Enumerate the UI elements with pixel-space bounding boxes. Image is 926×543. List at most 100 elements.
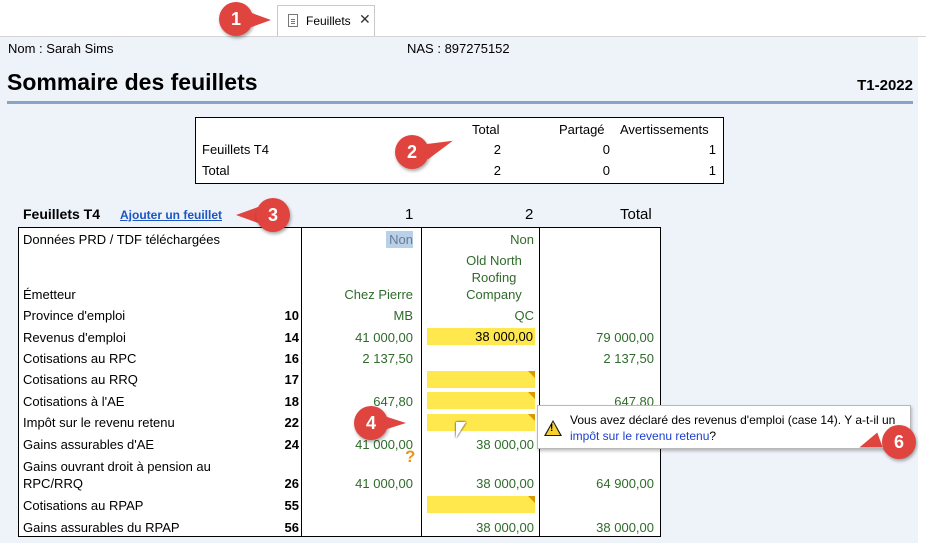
cell-c1[interactable]: Non [389, 231, 413, 248]
box-code: 16 [284, 351, 299, 366]
callout-pointer [236, 207, 258, 223]
callout-badge: 1 [219, 2, 253, 36]
taxpayer-nas: NAS : 897275152 [407, 41, 510, 56]
callout-badge: 2 [395, 135, 429, 169]
summary-cell: 0 [602, 163, 610, 178]
page-title: Sommaire des feuillets [7, 69, 258, 95]
warning-corner-icon [528, 414, 535, 421]
callout-badge: 3 [256, 198, 290, 232]
t4-section-title: Feuillets T4 [23, 206, 101, 222]
page: Nom : Sarah Sims NAS : 897275152 Sommair… [0, 37, 918, 543]
row-label: Cotisations au RPC [23, 351, 137, 366]
cell-c1[interactable]: 2 137,50 [362, 350, 413, 367]
cell-total: 79 000,00 [596, 330, 654, 345]
summary-header-warnings: Avertissements [620, 122, 709, 137]
cell-c2[interactable]: Non [510, 231, 534, 248]
box-code: 18 [284, 394, 299, 409]
cell-c2[interactable]: Old North Roofing Company [454, 252, 534, 303]
taxpayer-name: Nom : Sarah Sims [8, 41, 114, 56]
box-code: 24 [284, 437, 299, 452]
cell-c1[interactable]: Chez Pierre [344, 286, 413, 303]
add-slip-link[interactable]: Ajouter un feuillet [120, 208, 222, 222]
row-label: Cotisations au RRQ [23, 372, 138, 387]
cell-c2[interactable]: 38 000,00 [476, 475, 534, 492]
cell-c2-highlighted[interactable] [427, 496, 535, 513]
row-label: Cotisations à l'AE [23, 394, 125, 409]
question-mark-icon[interactable]: ? [405, 447, 415, 467]
callout-1: 1 [219, 2, 285, 38]
box-code: 56 [284, 520, 299, 535]
column-header-1: 1 [405, 206, 414, 223]
cell-c1[interactable]: 41 000,00 [355, 329, 413, 346]
cell-c2-highlighted[interactable]: 38 000,00 [427, 328, 535, 345]
box-code: 17 [284, 372, 299, 387]
column-divider [301, 228, 302, 536]
row-label-prd: Données PRD / TDF téléchargées [23, 232, 221, 247]
column-divider [421, 228, 422, 536]
cell-c2[interactable]: 38 000,00 [476, 519, 534, 536]
callout-2: 2 [395, 133, 461, 171]
cell-c1[interactable]: MB [394, 307, 414, 324]
tooltip-message: Vous avez déclaré des revenus d'emploi (… [570, 412, 905, 444]
summary-cell: 0 [602, 142, 610, 157]
warning-corner-icon [528, 371, 535, 378]
box-code: 10 [284, 308, 299, 323]
title-rule [7, 101, 913, 104]
summary-cell: 1 [708, 142, 716, 157]
warning-tooltip: ! Vous avez déclaré des revenus d'emploi… [537, 405, 911, 449]
tab-feuillets[interactable]: Feuillets ✕ [277, 5, 375, 36]
callout-badge: 6 [882, 425, 916, 459]
cell-c2: 38 000,00 [475, 329, 533, 344]
close-icon[interactable]: ✕ [359, 11, 371, 28]
cell-total: 38 000,00 [596, 520, 654, 535]
summary-row-label: Feuillets T4 [202, 142, 269, 157]
warning-corner-icon [528, 496, 535, 503]
tab-label: Feuillets [306, 14, 351, 28]
tax-year: T1-2022 [857, 77, 913, 94]
summary-row-label: Total [202, 163, 230, 178]
mouse-cursor-icon [456, 422, 466, 438]
tab-bar: Feuillets ✕ [0, 0, 926, 37]
row-label: Gains assurables d'AE [23, 437, 155, 452]
box-code: 22 [284, 415, 299, 430]
t4-grid: Données PRD / TDF téléchargées Non Non É… [18, 227, 661, 537]
summary-header-total: Total [472, 122, 500, 137]
cell-total: 64 900,00 [596, 476, 654, 491]
row-label: Cotisations au RPAP [23, 498, 144, 513]
tooltip-link[interactable]: impôt sur le revenu retenu [570, 429, 709, 443]
column-divider [539, 228, 540, 536]
tooltip-text: Vous avez déclaré des revenus d'emploi (… [570, 413, 896, 427]
summary-cell: 2 [493, 163, 501, 178]
callout-pointer [249, 12, 271, 28]
column-header-2: 2 [525, 206, 534, 223]
cell-c2[interactable]: 38 000,00 [476, 436, 534, 453]
cell-c2-highlighted[interactable] [427, 414, 535, 431]
cell-c1[interactable]: 41 000,00 [355, 475, 413, 492]
warning-exclamation: ! [550, 423, 554, 434]
callout-6: 6 [856, 423, 924, 459]
column-header-total: Total [620, 206, 652, 223]
callout-pointer [384, 416, 406, 430]
summary-cell: 1 [708, 163, 716, 178]
callout-badge: 4 [354, 406, 388, 440]
cell-c2-highlighted[interactable] [427, 392, 535, 409]
cell-c2-highlighted[interactable] [427, 371, 535, 388]
callout-pointer [856, 432, 883, 456]
row-label: Gains ouvrant droit à pension au RPC/RRQ [23, 459, 211, 491]
summary-header-shared: Partagé [559, 122, 605, 137]
row-label: Impôt sur le revenu retenu [23, 415, 175, 430]
cell-c2[interactable]: QC [515, 307, 535, 324]
box-code: 26 [284, 476, 299, 491]
callout-3: 3 [236, 198, 302, 234]
row-label: Revenus d'emploi [23, 330, 126, 345]
cell-total: 2 137,50 [603, 351, 654, 366]
summary-cell: 2 [493, 142, 501, 157]
tooltip-text-end: ? [709, 429, 717, 443]
box-code: 14 [284, 330, 299, 345]
warning-corner-icon [528, 392, 535, 399]
row-label-issuer: Émetteur [23, 287, 76, 302]
document-icon [288, 14, 298, 27]
row-label: Gains assurables du RPAP [23, 520, 180, 535]
callout-4: 4 [354, 406, 420, 442]
callout-pointer [422, 133, 456, 160]
